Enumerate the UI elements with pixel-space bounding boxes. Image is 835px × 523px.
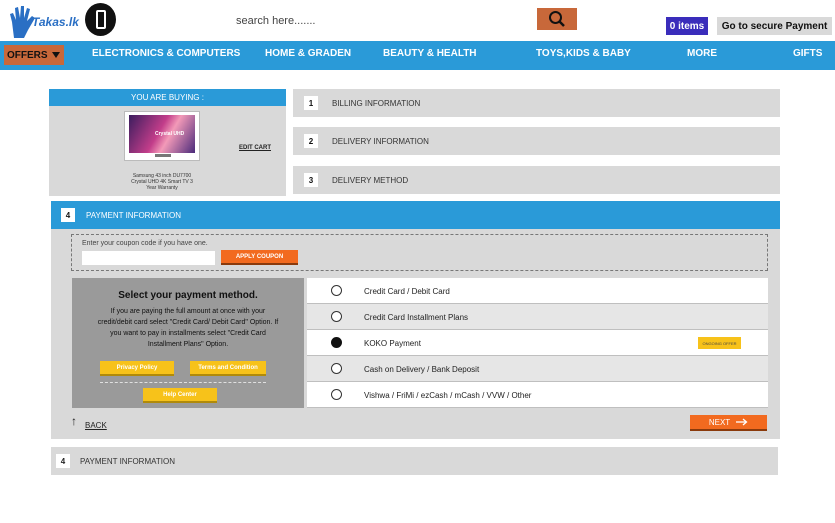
product-description: Samsung 43 inch DU7700 Crystal UHD 4K Sm…	[109, 173, 215, 191]
nav-item-more[interactable]: MORE	[687, 48, 717, 59]
offers-dropdown[interactable]: OFFERS	[4, 45, 64, 65]
payment-method-description: If you are paying the full amount at onc…	[97, 308, 279, 348]
payment-option-installments[interactable]: Credit Card Installment Plans	[307, 304, 768, 330]
step-number: 3	[304, 173, 318, 187]
radio-button[interactable]	[331, 389, 342, 400]
caret-down-icon	[52, 52, 60, 58]
order-summary: YOU ARE BUYING : Crystal UHD EDIT CART S…	[49, 89, 286, 196]
takas-logo[interactable]: Takas.lk	[8, 4, 79, 40]
search-input[interactable]	[236, 11, 532, 31]
step-label: DELIVERY INFORMATION	[332, 137, 429, 146]
coupon-hint: Enter your coupon code if you have one.	[82, 240, 208, 247]
privacy-policy-button[interactable]: Privacy Policy	[100, 361, 174, 376]
payment-option-label: Credit Card / Debit Card	[364, 287, 450, 296]
arrow-right-icon	[736, 418, 748, 426]
step-number: 2	[304, 134, 318, 148]
nav-item-toys-kids[interactable]: TOYS,KIDS & BABY	[536, 48, 631, 59]
nav-item-gifts[interactable]: GIFTS	[793, 48, 822, 59]
step-payment-info[interactable]: 4 PAYMENT INFORMATION	[51, 447, 778, 475]
logo-text: Takas.lk	[32, 15, 79, 29]
cart-items-badge[interactable]: 0 items	[666, 17, 708, 35]
ongoing-offer-badge: ONGOING OFFER	[698, 337, 741, 349]
search-button[interactable]	[537, 8, 577, 30]
coupon-section: Enter your coupon code if you have one. …	[71, 234, 768, 271]
payment-panel: 4 PAYMENT INFORMATION Enter your coupon …	[51, 201, 780, 439]
step-label: PAYMENT INFORMATION	[86, 211, 181, 220]
payment-method-info: Select your payment method. If you are p…	[72, 278, 304, 408]
divider	[100, 382, 266, 383]
radio-button[interactable]	[331, 285, 342, 296]
payment-option-label: Vishwa / FriMi / ezCash / mCash / VVW / …	[364, 391, 532, 400]
header: Takas.lk 0 items Go to secure Payment	[0, 0, 835, 41]
step-label: PAYMENT INFORMATION	[80, 457, 175, 466]
payment-header[interactable]: 4 PAYMENT INFORMATION	[51, 201, 780, 229]
secure-payment-button[interactable]: Go to secure Payment	[717, 17, 832, 35]
radio-button[interactable]	[331, 311, 342, 322]
product-image: Crystal UHD	[124, 111, 200, 161]
help-center-button[interactable]: Help Center	[143, 388, 217, 403]
next-label: NEXT	[708, 417, 731, 427]
nav-item-electronics[interactable]: ELECTRONICS & COMPUTERS	[92, 48, 240, 59]
category-nav: OFFERS ELECTRONICS & COMPUTERS HOME & GR…	[0, 41, 835, 70]
mobile-phone-icon[interactable]	[85, 3, 116, 36]
payment-option-card[interactable]: Credit Card / Debit Card	[307, 278, 768, 304]
step-number: 4	[56, 454, 70, 468]
next-button[interactable]: NEXT	[690, 415, 767, 431]
step-label: DELIVERY METHOD	[332, 176, 409, 185]
order-summary-heading: YOU ARE BUYING :	[49, 89, 286, 106]
edit-cart-link[interactable]: EDIT CART	[239, 145, 271, 151]
step-number: 1	[304, 96, 318, 110]
payment-method-title: Select your payment method.	[118, 290, 258, 301]
arrow-up-icon: ↑	[71, 414, 77, 428]
payment-option-label: Credit Card Installment Plans	[364, 313, 469, 322]
coupon-input[interactable]	[82, 251, 215, 265]
step-label: BILLING INFORMATION	[332, 99, 421, 108]
nav-item-home-garden[interactable]: HOME & GRADEN	[265, 48, 351, 59]
nav-item-beauty-health[interactable]: BEAUTY & HEALTH	[383, 48, 477, 59]
tv-screen-text: Crystal UHD	[155, 131, 185, 137]
step-delivery-method[interactable]: 3 DELIVERY METHOD	[293, 166, 780, 194]
payment-option-wallets[interactable]: Vishwa / FriMi / ezCash / mCash / VVW / …	[307, 382, 768, 408]
search-icon	[549, 11, 565, 27]
offers-label: OFFERS	[7, 49, 48, 61]
step-delivery-info[interactable]: 2 DELIVERY INFORMATION	[293, 127, 780, 155]
payment-option-label: KOKO Payment	[364, 339, 421, 348]
radio-button-selected[interactable]	[331, 337, 342, 348]
back-label: BACK	[85, 421, 107, 430]
payment-option-label: Cash on Delivery / Bank Deposit	[364, 365, 480, 374]
apply-coupon-button[interactable]: APPLY COUPON	[221, 250, 298, 265]
payment-option-koko[interactable]: KOKO Payment ONGOING OFFER	[307, 330, 768, 356]
radio-button[interactable]	[331, 363, 342, 374]
step-billing[interactable]: 1 BILLING INFORMATION	[293, 89, 780, 117]
step-number: 4	[61, 208, 75, 222]
terms-button[interactable]: Terms and Condition	[190, 361, 266, 376]
product-warranty-line: Year Warranty	[146, 185, 178, 191]
payment-option-cod[interactable]: Cash on Delivery / Bank Deposit	[307, 356, 768, 382]
